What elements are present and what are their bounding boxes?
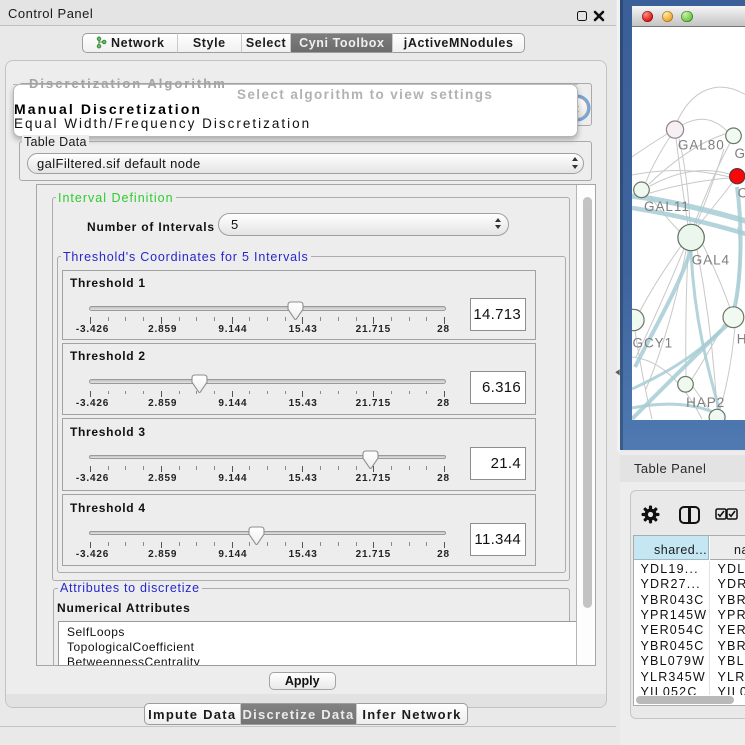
- svg-text:GAL80: GAL80: [677, 138, 724, 153]
- svg-text:H: H: [736, 332, 745, 347]
- svg-text:HAP2: HAP2: [686, 395, 725, 410]
- svg-text:GAL4: GAL4: [691, 253, 729, 268]
- svg-text:GCY1: GCY1: [632, 336, 673, 351]
- svg-text:GAL11: GAL11: [644, 199, 690, 214]
- svg-text:C: C: [737, 185, 745, 200]
- svg-text:GAL: GAL: [734, 146, 745, 161]
